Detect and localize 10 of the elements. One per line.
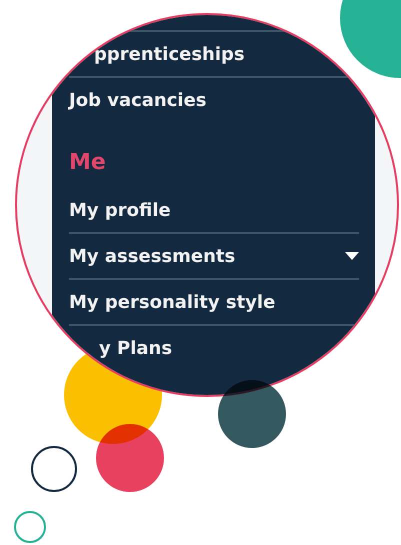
menu-item[interactable]: Job vacancies <box>69 76 359 122</box>
section-heading: Me <box>69 149 107 177</box>
caret-icon <box>345 252 359 260</box>
ring-circle <box>31 446 77 492</box>
menu-item[interactable]: My profile <box>69 186 359 232</box>
menu-item[interactable]: My assessments <box>69 232 359 278</box>
menu-item[interactable]: pprenticeships <box>69 30 359 76</box>
menu-item-label: My assessments <box>69 246 236 266</box>
menu-item[interactable]: My personality style <box>69 278 359 324</box>
ring-circle <box>14 511 46 543</box>
